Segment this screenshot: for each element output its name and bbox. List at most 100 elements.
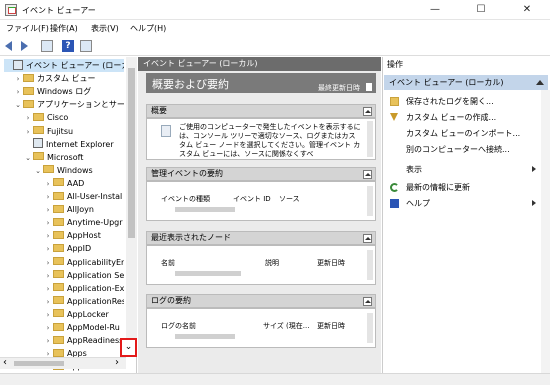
collapse-icon[interactable] xyxy=(363,234,372,243)
expand-right-icon[interactable]: › xyxy=(44,178,52,190)
admin-events-scrollbar[interactable] xyxy=(367,186,373,216)
collapse-icon[interactable] xyxy=(363,297,372,306)
show-hide-action-pane-button[interactable] xyxy=(80,40,92,52)
action-item[interactable]: 保存されたログを開く... xyxy=(406,95,494,108)
maximize-button[interactable]: ☐ xyxy=(458,0,504,20)
action-item[interactable]: 表示 xyxy=(406,163,422,176)
column-size[interactable]: サイズ (現在... xyxy=(263,321,309,331)
expand-down-icon[interactable]: ⌄ xyxy=(14,99,22,111)
scroll-down-button-highlight[interactable]: ⌄ xyxy=(120,338,137,357)
column-updated[interactable]: 更新日時 xyxy=(317,321,345,331)
expand-right-icon[interactable]: › xyxy=(24,112,32,124)
tree-item[interactable]: › AAD xyxy=(44,177,124,190)
expand-right-icon[interactable]: › xyxy=(44,217,52,229)
tree-item[interactable]: › AllJoyn xyxy=(44,203,124,216)
tree-item[interactable]: › AppReadiness xyxy=(44,334,124,347)
show-hide-console-tree-button[interactable] xyxy=(41,40,53,52)
expand-right-icon[interactable]: › xyxy=(44,296,52,308)
expand-right-icon[interactable]: › xyxy=(44,335,52,347)
menu-file[interactable]: ファイル(F) xyxy=(6,23,49,34)
expand-right-icon[interactable]: › xyxy=(14,86,22,98)
tree-item[interactable]: › ApplicationRes xyxy=(44,295,124,308)
tree-horizontal-scrollbar[interactable]: ‹ › xyxy=(0,357,126,369)
action-item[interactable]: カスタム ビューの作成... xyxy=(406,111,496,124)
tree-item[interactable]: › Fujitsu xyxy=(24,125,124,138)
tree-item[interactable]: ⌄ Microsoft xyxy=(24,151,124,164)
collapse-icon[interactable] xyxy=(363,170,372,179)
expand-right-icon[interactable]: › xyxy=(44,230,52,242)
tree-item[interactable]: ⌄ アプリケーションとサービス ログ xyxy=(14,98,124,111)
section-recent-nodes-header[interactable]: 最近表示されたノード xyxy=(146,231,376,245)
tree-item[interactable]: Internet Explorer xyxy=(24,138,124,151)
folder-icon xyxy=(53,257,64,265)
tree-item[interactable]: › AppID xyxy=(44,242,124,255)
collapse-icon[interactable] xyxy=(536,80,544,85)
folder-icon xyxy=(33,126,44,134)
tree-item-label: AAD xyxy=(67,178,85,188)
action-item[interactable]: 別のコンピューターへ接続... xyxy=(406,143,510,156)
folder-icon xyxy=(53,335,64,344)
column-event-type[interactable]: イベントの種類 xyxy=(161,194,210,204)
action-item[interactable]: ヘルプ xyxy=(406,197,430,210)
overview-scrollbar[interactable] xyxy=(367,121,373,157)
tree-item[interactable]: › Application-Ex xyxy=(44,282,124,295)
column-updated[interactable]: 更新日時 xyxy=(317,258,345,268)
recent-nodes-scrollbar[interactable] xyxy=(367,250,373,280)
section-log-summary-header[interactable]: ログの要約 xyxy=(146,294,376,308)
expand-right-icon[interactable]: › xyxy=(44,257,52,269)
tree-hscroll-thumb[interactable] xyxy=(14,361,64,366)
expand-right-icon[interactable]: › xyxy=(44,191,52,203)
minimize-button[interactable]: — xyxy=(412,0,458,20)
tree-item[interactable]: › Cisco xyxy=(24,111,124,124)
actions-section-title: イベント ビューアー (ローカル) xyxy=(389,78,504,87)
column-description[interactable]: 説明 xyxy=(265,258,279,268)
expand-right-icon[interactable]: › xyxy=(44,204,52,216)
scroll-right-icon[interactable]: › xyxy=(115,357,119,368)
tree-item[interactable]: › Application Se xyxy=(44,269,124,282)
scroll-left-icon[interactable]: ‹ xyxy=(3,357,7,368)
tree-item[interactable]: › ApplicabilityEr xyxy=(44,256,124,269)
collapse-icon[interactable] xyxy=(363,107,372,116)
column-name[interactable]: 名前 xyxy=(161,258,175,268)
column-log-name[interactable]: ログの名前 xyxy=(161,321,196,331)
tree-item[interactable]: › AppLocker xyxy=(44,308,124,321)
tree-item[interactable]: › All-User-Instal xyxy=(44,190,124,203)
column-event-id[interactable]: イベント ID xyxy=(233,194,271,204)
tree-item[interactable]: › AppHost xyxy=(44,229,124,242)
menu-view[interactable]: 表示(V) xyxy=(91,23,119,34)
action-item[interactable]: カスタム ビューのインポート... xyxy=(406,127,520,140)
tree-scroll-thumb[interactable] xyxy=(128,68,135,238)
expand-right-icon[interactable]: › xyxy=(44,243,52,255)
expand-right-icon[interactable]: › xyxy=(44,322,52,334)
actions-scrollbar[interactable] xyxy=(541,90,550,373)
expand-down-icon[interactable]: ⌄ xyxy=(34,165,42,177)
section-admin-events-header[interactable]: 管理イベントの要約 xyxy=(146,167,376,181)
expand-right-icon[interactable]: › xyxy=(44,270,52,282)
menu-help[interactable]: ヘルプ(H) xyxy=(130,23,166,34)
tree-item-label: Internet Explorer xyxy=(46,139,114,149)
expand-right-icon[interactable]: › xyxy=(44,309,52,321)
expand-right-icon[interactable]: › xyxy=(44,283,52,295)
actions-header: 操作 xyxy=(387,60,403,69)
tree-item[interactable]: イベント ビューアー (ローカル) xyxy=(4,59,124,72)
back-button[interactable] xyxy=(5,40,17,52)
help-toolbar-button[interactable]: ? xyxy=(62,40,74,52)
close-button[interactable]: ✕ xyxy=(504,0,550,20)
log-summary-scrollbar[interactable] xyxy=(367,313,373,343)
expand-right-icon[interactable]: › xyxy=(24,126,32,138)
tree-item[interactable]: ⌄ Windows xyxy=(34,164,124,177)
section-overview-header[interactable]: 概要 xyxy=(146,104,376,118)
forward-button[interactable] xyxy=(19,40,31,52)
tree-item[interactable]: › カスタム ビュー xyxy=(14,72,124,85)
tree-item[interactable]: › Anytime-Upgr xyxy=(44,216,124,229)
column-source[interactable]: ソース xyxy=(279,194,300,204)
event-viewer-icon xyxy=(13,59,23,70)
actions-section-header[interactable]: イベント ビューアー (ローカル) xyxy=(384,75,548,90)
tree-item[interactable]: › Windows ログ xyxy=(14,85,124,98)
action-item[interactable]: 最新の情報に更新 xyxy=(406,181,470,194)
tree-item[interactable]: › AppModel-Ru xyxy=(44,321,124,334)
expand-down-icon[interactable]: ⌄ xyxy=(24,152,32,164)
expand-right-icon[interactable]: › xyxy=(14,73,22,85)
overview-scroll-indicator[interactable] xyxy=(366,83,372,91)
menu-action[interactable]: 操作(A) xyxy=(50,23,78,34)
